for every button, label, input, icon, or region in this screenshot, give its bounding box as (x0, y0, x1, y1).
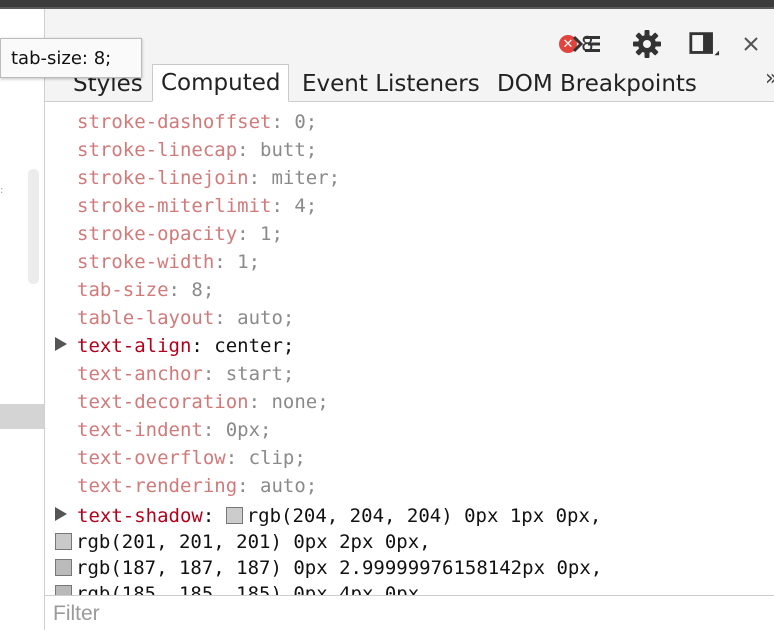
color-swatch[interactable] (55, 559, 72, 576)
property-name: text-shadow (77, 505, 203, 527)
dock-icon[interactable] (688, 30, 720, 58)
property-value: center; (214, 335, 295, 357)
shadow-color: rgb(201, 201, 201) (76, 531, 282, 553)
shadow-offsets: 0px 1px 0px, (452, 505, 602, 527)
property-name: stroke-linejoin (77, 167, 249, 189)
property-value: auto; (237, 307, 295, 329)
tab-event-listeners[interactable]: Event Listeners (302, 68, 480, 100)
property-value: auto; (260, 475, 318, 497)
color-swatch[interactable] (55, 585, 72, 595)
property-name: stroke-linecap (77, 139, 238, 161)
shadow-line: rgb(185, 185, 185) 0px 4px 0px, (55, 580, 431, 595)
property-value: 4; (294, 195, 318, 217)
filter-input[interactable] (53, 602, 753, 626)
tree-indent-marker: : (0, 185, 4, 196)
property-name: text-rendering (77, 475, 238, 497)
property-name: stroke-dashoffset (77, 111, 272, 133)
expand-triangle-icon[interactable] (55, 337, 67, 351)
shadow-color: rgb(185, 185, 185) (76, 583, 282, 595)
property-value: 0px; (225, 419, 272, 441)
property-row[interactable]: stroke-opacity: 1; (77, 220, 283, 248)
property-name: text-anchor (77, 363, 203, 385)
elements-tree-pane: : (0, 9, 45, 630)
property-name: table-layout (77, 307, 215, 329)
property-row[interactable]: text-decoration: none; (77, 388, 329, 416)
devtools-toolbar: ✕ 8 (45, 9, 774, 59)
tree-scrollbar[interactable] (28, 169, 39, 284)
gear-icon[interactable] (631, 30, 663, 58)
property-name: tab-size (77, 279, 169, 301)
property-tooltip: tab-size: 8; (0, 38, 142, 78)
console-drawer-icon[interactable] (571, 30, 603, 58)
property-row[interactable]: stroke-miterlimit: 4; (77, 192, 317, 220)
property-row[interactable]: tab-size: 8; (77, 276, 214, 304)
property-row[interactable]: text-indent: 0px; (77, 416, 272, 444)
property-row-expandable[interactable]: text-align: center; (77, 332, 294, 360)
computed-properties-list: stroke-dashoffset: 0; stroke-linecap: bu… (45, 102, 774, 595)
property-value: 0; (294, 111, 318, 133)
tree-selected-row[interactable] (0, 404, 44, 429)
property-row[interactable]: table-layout: auto; (77, 304, 294, 332)
property-name: text-overflow (77, 447, 226, 469)
property-row[interactable]: stroke-linejoin: miter; (77, 164, 340, 192)
shadow-line: rgb(187, 187, 187) 0px 2.99999976158142p… (55, 554, 602, 582)
close-icon[interactable] (735, 30, 767, 58)
property-name: text-decoration (77, 391, 249, 413)
property-value: 8; (191, 279, 215, 301)
property-row[interactable]: stroke-width: 1; (77, 248, 260, 276)
sidebar-tabbar: Styles Computed Event Listeners DOM Brea… (45, 59, 774, 102)
property-row[interactable]: text-anchor: start; (77, 360, 294, 388)
color-swatch[interactable] (225, 507, 243, 524)
color-swatch[interactable] (55, 533, 72, 550)
property-name: text-align (77, 335, 192, 357)
property-name: stroke-width (77, 251, 215, 273)
property-value: 1; (237, 251, 261, 273)
tab-dom-breakpoints[interactable]: DOM Breakpoints (497, 68, 697, 100)
property-row[interactable]: text-rendering: auto; (77, 472, 317, 500)
property-row[interactable]: stroke-linecap: butt; (77, 136, 317, 164)
property-row[interactable]: text-overflow: clip; (77, 444, 306, 472)
property-value: 1; (260, 223, 283, 245)
property-value: clip; (248, 447, 306, 469)
shadow-line: rgb(201, 201, 201) 0px 2px 0px, (55, 528, 431, 556)
property-name: text-indent (77, 419, 203, 441)
property-value: butt; (260, 139, 318, 161)
window-top-strip (0, 0, 774, 9)
shadow-offsets: 0px 4px 0px, (281, 583, 431, 595)
shadow-offsets: 0px 2px 0px, (281, 531, 431, 553)
more-tabs-icon[interactable]: » (765, 66, 774, 91)
property-value: miter; (271, 167, 341, 189)
property-name: stroke-opacity (77, 223, 238, 245)
property-value: start; (225, 363, 295, 385)
shadow-color: rgb(204, 204, 204) (246, 505, 453, 527)
filter-bar (45, 595, 774, 631)
property-value: none; (271, 391, 329, 413)
property-name: stroke-miterlimit (77, 195, 272, 217)
property-row[interactable]: stroke-dashoffset: 0; (77, 108, 317, 136)
shadow-offsets: 0px 2.99999976158142px 0px, (281, 557, 603, 579)
tab-computed[interactable]: Computed (152, 64, 290, 102)
shadow-color: rgb(187, 187, 187) (76, 557, 282, 579)
expand-triangle-icon[interactable] (55, 507, 67, 521)
property-row-expandable[interactable]: text-shadow: rgb(204, 204, 204) 0px 1px … (77, 502, 601, 530)
